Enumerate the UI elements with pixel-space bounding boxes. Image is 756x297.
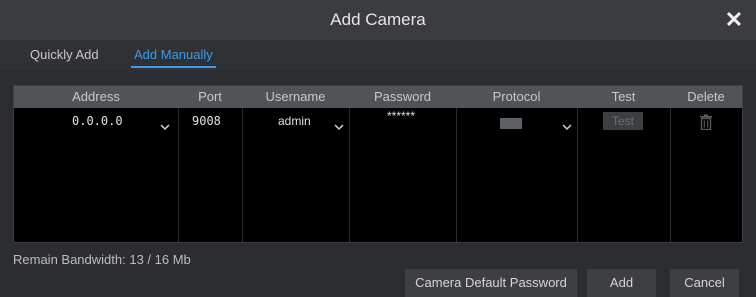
tab-add-manually[interactable]: Add Manually (131, 47, 216, 68)
dialog-titlebar: Add Camera ✕ (0, 0, 756, 40)
port-value: 9008 (192, 114, 221, 128)
username-select[interactable]: admin (242, 108, 349, 134)
test-cell: Test (577, 108, 670, 134)
tab-quickly-add[interactable]: Quickly Add (30, 47, 99, 62)
cancel-button[interactable]: Cancel (670, 269, 739, 297)
protocol-value (500, 118, 522, 129)
column-header-username: Username (265, 89, 326, 104)
camera-table: Address Port Username Password Protocol … (13, 85, 743, 243)
tab-add-manually-label: Add Manually (134, 47, 213, 62)
dialog-title: Add Camera (330, 10, 426, 29)
chevron-down-icon (562, 116, 572, 142)
column-header-address: Address (72, 89, 120, 104)
password-value: ****** (387, 109, 416, 123)
trash-icon[interactable] (699, 113, 713, 131)
active-tab-indicator (131, 66, 216, 68)
column-header-delete: Delete (687, 89, 725, 104)
delete-cell (670, 108, 742, 134)
chevron-down-icon (160, 116, 170, 142)
add-button[interactable]: Add (587, 269, 656, 297)
password-field[interactable]: ****** (349, 108, 456, 134)
protocol-select[interactable] (456, 108, 577, 134)
chevron-down-icon (334, 116, 344, 142)
port-field[interactable]: 9008 (178, 108, 242, 134)
column-header-protocol: Protocol (492, 89, 541, 104)
column-header-test: Test (611, 89, 636, 104)
table-header: Address Port Username Password Protocol … (14, 86, 742, 108)
close-icon[interactable]: ✕ (722, 6, 746, 34)
address-select[interactable]: 0.0.0.0 (14, 108, 178, 134)
camera-default-password-button[interactable]: Camera Default Password (405, 269, 577, 297)
username-value: admin (278, 114, 311, 128)
remain-bandwidth: Remain Bandwidth: 13 / 16 Mb (13, 252, 191, 267)
tab-bar: Quickly Add Add Manually (0, 40, 756, 70)
column-header-port: Port (198, 89, 222, 104)
address-value: 0.0.0.0 (72, 114, 123, 128)
test-button[interactable]: Test (603, 112, 643, 130)
